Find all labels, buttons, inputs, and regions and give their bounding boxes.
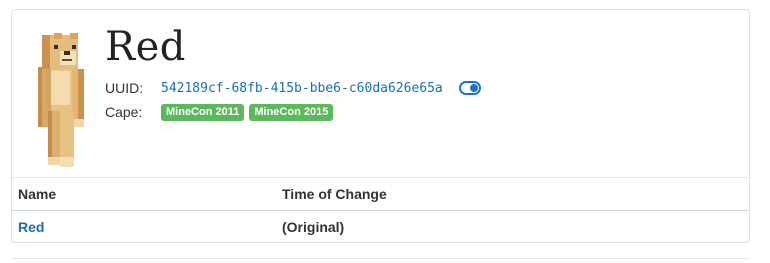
cape-badge-minecon-2011[interactable]: MineCon 2011 bbox=[161, 103, 245, 121]
skin-avatar bbox=[34, 31, 90, 171]
profile-card: Red UUID: 542189cf-68fb-415b-bbe6-c60da6… bbox=[11, 9, 750, 243]
name-history-link[interactable]: Red bbox=[18, 219, 44, 235]
column-header-time: Time of Change bbox=[276, 177, 749, 211]
uuid-row: UUID: 542189cf-68fb-415b-bbe6-c60da626e6… bbox=[105, 78, 481, 98]
uuid-format-toggle-icon[interactable] bbox=[458, 81, 481, 95]
section-divider bbox=[11, 258, 750, 259]
uuid-value[interactable]: 542189cf-68fb-415b-bbe6-c60da626e65a bbox=[161, 81, 443, 96]
player-name: Red bbox=[105, 24, 186, 70]
table-row: Red (Original) bbox=[12, 210, 749, 243]
column-header-name: Name bbox=[12, 177, 276, 211]
cape-badge-minecon-2015[interactable]: MineCon 2015 bbox=[249, 103, 334, 121]
toggle-knob bbox=[469, 84, 478, 92]
table-header-row: Name Time of Change bbox=[12, 177, 749, 211]
uuid-label: UUID: bbox=[105, 80, 144, 96]
table-cell-name: Red bbox=[12, 210, 276, 243]
name-history-table: Name Time of Change Red (Original) bbox=[12, 177, 749, 243]
cape-label: Cape: bbox=[105, 104, 143, 120]
doge-skin-icon bbox=[38, 33, 84, 167]
table-cell-time: (Original) bbox=[276, 210, 749, 243]
cape-row: Cape: MineCon 2011 MineCon 2015 bbox=[105, 102, 338, 122]
